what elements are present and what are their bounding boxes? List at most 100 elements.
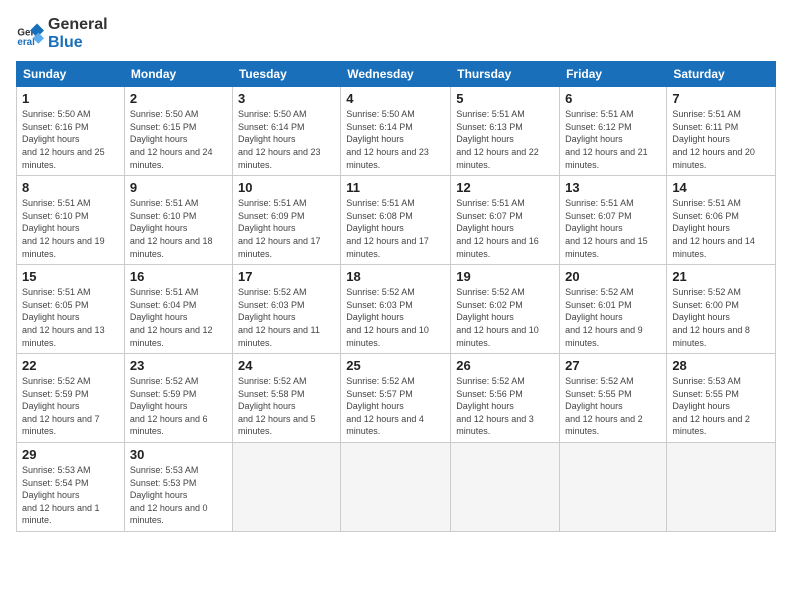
day-number: 12 [456, 180, 554, 195]
calendar-header-row: SundayMondayTuesdayWednesdayThursdayFrid… [17, 62, 776, 87]
day-info: Sunrise: 5:51 AM Sunset: 6:09 PM Dayligh… [238, 197, 335, 260]
day-number: 17 [238, 269, 335, 284]
day-number: 9 [130, 180, 227, 195]
calendar-header-wednesday: Wednesday [341, 62, 451, 87]
day-number: 5 [456, 91, 554, 106]
calendar-cell-day-15: 15 Sunrise: 5:51 AM Sunset: 6:05 PM Dayl… [17, 265, 125, 354]
day-number: 4 [346, 91, 445, 106]
calendar-header-sunday: Sunday [17, 62, 125, 87]
day-info: Sunrise: 5:52 AM Sunset: 5:57 PM Dayligh… [346, 375, 445, 438]
calendar-cell-day-24: 24 Sunrise: 5:52 AM Sunset: 5:58 PM Dayl… [232, 354, 340, 443]
day-number: 21 [672, 269, 770, 284]
day-info: Sunrise: 5:51 AM Sunset: 6:06 PM Dayligh… [672, 197, 770, 260]
calendar-week-5: 29 Sunrise: 5:53 AM Sunset: 5:54 PM Dayl… [17, 443, 776, 532]
calendar-header-tuesday: Tuesday [232, 62, 340, 87]
calendar-cell-day-7: 7 Sunrise: 5:51 AM Sunset: 6:11 PM Dayli… [667, 87, 776, 176]
day-info: Sunrise: 5:51 AM Sunset: 6:05 PM Dayligh… [22, 286, 119, 349]
calendar-cell-day-25: 25 Sunrise: 5:52 AM Sunset: 5:57 PM Dayl… [341, 354, 451, 443]
day-number: 29 [22, 447, 119, 462]
calendar-cell-empty [560, 443, 667, 532]
calendar-cell-day-14: 14 Sunrise: 5:51 AM Sunset: 6:06 PM Dayl… [667, 176, 776, 265]
day-info: Sunrise: 5:51 AM Sunset: 6:13 PM Dayligh… [456, 108, 554, 171]
day-info: Sunrise: 5:52 AM Sunset: 6:03 PM Dayligh… [238, 286, 335, 349]
calendar-week-3: 15 Sunrise: 5:51 AM Sunset: 6:05 PM Dayl… [17, 265, 776, 354]
calendar-cell-day-27: 27 Sunrise: 5:52 AM Sunset: 5:55 PM Dayl… [560, 354, 667, 443]
calendar-cell-day-11: 11 Sunrise: 5:51 AM Sunset: 6:08 PM Dayl… [341, 176, 451, 265]
day-number: 24 [238, 358, 335, 373]
calendar-cell-day-20: 20 Sunrise: 5:52 AM Sunset: 6:01 PM Dayl… [560, 265, 667, 354]
calendar-cell-day-17: 17 Sunrise: 5:52 AM Sunset: 6:03 PM Dayl… [232, 265, 340, 354]
day-info: Sunrise: 5:51 AM Sunset: 6:10 PM Dayligh… [130, 197, 227, 260]
calendar-cell-day-18: 18 Sunrise: 5:52 AM Sunset: 6:03 PM Dayl… [341, 265, 451, 354]
calendar-cell-day-5: 5 Sunrise: 5:51 AM Sunset: 6:13 PM Dayli… [451, 87, 560, 176]
calendar-cell-empty [451, 443, 560, 532]
calendar-header-thursday: Thursday [451, 62, 560, 87]
calendar-table: SundayMondayTuesdayWednesdayThursdayFrid… [16, 61, 776, 532]
svg-text:eral: eral [17, 37, 35, 48]
calendar-week-2: 8 Sunrise: 5:51 AM Sunset: 6:10 PM Dayli… [17, 176, 776, 265]
calendar-header-monday: Monday [124, 62, 232, 87]
calendar-cell-day-13: 13 Sunrise: 5:51 AM Sunset: 6:07 PM Dayl… [560, 176, 667, 265]
day-info: Sunrise: 5:52 AM Sunset: 5:55 PM Dayligh… [565, 375, 661, 438]
logo-text: General Blue [48, 16, 108, 51]
calendar-cell-empty [341, 443, 451, 532]
day-number: 20 [565, 269, 661, 284]
day-number: 19 [456, 269, 554, 284]
calendar-cell-day-26: 26 Sunrise: 5:52 AM Sunset: 5:56 PM Dayl… [451, 354, 560, 443]
day-info: Sunrise: 5:50 AM Sunset: 6:14 PM Dayligh… [238, 108, 335, 171]
day-number: 18 [346, 269, 445, 284]
day-info: Sunrise: 5:52 AM Sunset: 6:00 PM Dayligh… [672, 286, 770, 349]
day-info: Sunrise: 5:52 AM Sunset: 5:59 PM Dayligh… [130, 375, 227, 438]
calendar-cell-empty [232, 443, 340, 532]
day-number: 28 [672, 358, 770, 373]
calendar-header-friday: Friday [560, 62, 667, 87]
calendar-cell-day-8: 8 Sunrise: 5:51 AM Sunset: 6:10 PM Dayli… [17, 176, 125, 265]
day-number: 8 [22, 180, 119, 195]
day-number: 27 [565, 358, 661, 373]
calendar-cell-day-16: 16 Sunrise: 5:51 AM Sunset: 6:04 PM Dayl… [124, 265, 232, 354]
day-info: Sunrise: 5:50 AM Sunset: 6:14 PM Dayligh… [346, 108, 445, 171]
calendar-cell-day-12: 12 Sunrise: 5:51 AM Sunset: 6:07 PM Dayl… [451, 176, 560, 265]
calendar-body: 1 Sunrise: 5:50 AM Sunset: 6:16 PM Dayli… [17, 87, 776, 532]
calendar-week-1: 1 Sunrise: 5:50 AM Sunset: 6:16 PM Dayli… [17, 87, 776, 176]
day-info: Sunrise: 5:52 AM Sunset: 6:01 PM Dayligh… [565, 286, 661, 349]
day-number: 16 [130, 269, 227, 284]
day-info: Sunrise: 5:51 AM Sunset: 6:11 PM Dayligh… [672, 108, 770, 171]
day-number: 1 [22, 91, 119, 106]
logo: Gen eral General Blue [16, 16, 108, 51]
calendar-cell-day-30: 30 Sunrise: 5:53 AM Sunset: 5:53 PM Dayl… [124, 443, 232, 532]
day-number: 26 [456, 358, 554, 373]
day-info: Sunrise: 5:53 AM Sunset: 5:55 PM Dayligh… [672, 375, 770, 438]
calendar-header-saturday: Saturday [667, 62, 776, 87]
calendar-cell-day-10: 10 Sunrise: 5:51 AM Sunset: 6:09 PM Dayl… [232, 176, 340, 265]
day-info: Sunrise: 5:52 AM Sunset: 5:56 PM Dayligh… [456, 375, 554, 438]
calendar-cell-day-2: 2 Sunrise: 5:50 AM Sunset: 6:15 PM Dayli… [124, 87, 232, 176]
day-number: 23 [130, 358, 227, 373]
day-number: 13 [565, 180, 661, 195]
day-info: Sunrise: 5:52 AM Sunset: 5:58 PM Dayligh… [238, 375, 335, 438]
calendar-cell-day-4: 4 Sunrise: 5:50 AM Sunset: 6:14 PM Dayli… [341, 87, 451, 176]
calendar-week-4: 22 Sunrise: 5:52 AM Sunset: 5:59 PM Dayl… [17, 354, 776, 443]
day-info: Sunrise: 5:52 AM Sunset: 5:59 PM Dayligh… [22, 375, 119, 438]
day-number: 2 [130, 91, 227, 106]
logo-icon: Gen eral [16, 20, 44, 48]
day-number: 6 [565, 91, 661, 106]
day-number: 11 [346, 180, 445, 195]
calendar-cell-day-3: 3 Sunrise: 5:50 AM Sunset: 6:14 PM Dayli… [232, 87, 340, 176]
day-info: Sunrise: 5:51 AM Sunset: 6:07 PM Dayligh… [456, 197, 554, 260]
day-number: 25 [346, 358, 445, 373]
day-number: 3 [238, 91, 335, 106]
day-info: Sunrise: 5:51 AM Sunset: 6:12 PM Dayligh… [565, 108, 661, 171]
day-info: Sunrise: 5:53 AM Sunset: 5:54 PM Dayligh… [22, 464, 119, 527]
calendar-cell-day-9: 9 Sunrise: 5:51 AM Sunset: 6:10 PM Dayli… [124, 176, 232, 265]
day-info: Sunrise: 5:50 AM Sunset: 6:15 PM Dayligh… [130, 108, 227, 171]
calendar-cell-day-1: 1 Sunrise: 5:50 AM Sunset: 6:16 PM Dayli… [17, 87, 125, 176]
calendar-cell-day-19: 19 Sunrise: 5:52 AM Sunset: 6:02 PM Dayl… [451, 265, 560, 354]
calendar-cell-empty [667, 443, 776, 532]
calendar-cell-day-6: 6 Sunrise: 5:51 AM Sunset: 6:12 PM Dayli… [560, 87, 667, 176]
day-info: Sunrise: 5:51 AM Sunset: 6:10 PM Dayligh… [22, 197, 119, 260]
day-number: 7 [672, 91, 770, 106]
day-number: 15 [22, 269, 119, 284]
calendar-cell-day-23: 23 Sunrise: 5:52 AM Sunset: 5:59 PM Dayl… [124, 354, 232, 443]
day-info: Sunrise: 5:52 AM Sunset: 6:02 PM Dayligh… [456, 286, 554, 349]
